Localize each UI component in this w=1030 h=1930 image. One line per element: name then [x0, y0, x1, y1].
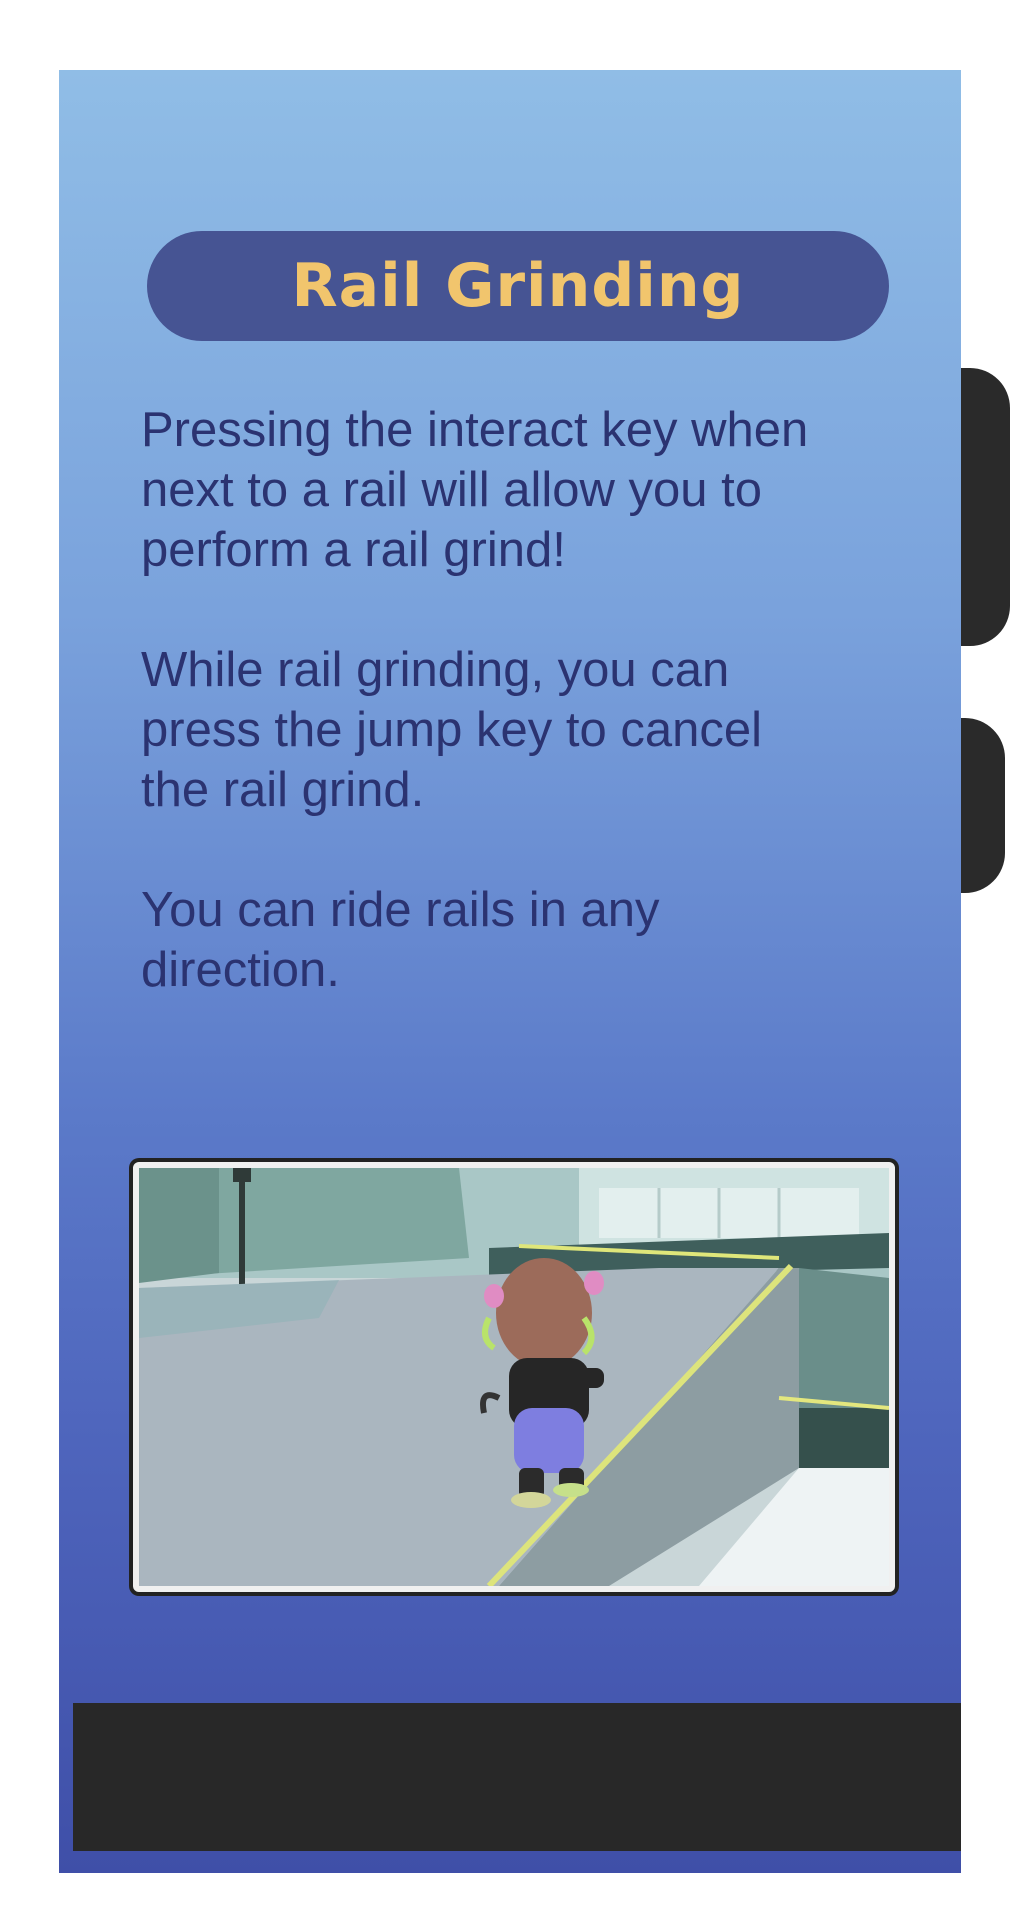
tutorial-paragraph: Pressing the interact key when next to a…	[141, 403, 809, 577]
title-banner: Rail Grinding	[147, 231, 889, 341]
tutorial-paragraph: While rail grinding, you can press the j…	[141, 643, 762, 817]
gameplay-screenshot-frame	[129, 1158, 899, 1596]
tutorial-paragraph: You can ride rails in any direction.	[141, 883, 660, 997]
gameplay-screenshot	[133, 1162, 895, 1592]
bottom-dark-bar	[73, 1703, 961, 1851]
side-tab-lower[interactable]	[959, 718, 1005, 893]
tutorial-body: Pressing the interact key when next to a…	[141, 400, 931, 1000]
rail-grind-scene-image	[139, 1168, 889, 1586]
tutorial-title: Rail Grinding	[291, 251, 745, 321]
side-tab-upper[interactable]	[959, 368, 1010, 646]
tutorial-panel: Rail Grinding Pressing the interact key …	[59, 70, 961, 1873]
